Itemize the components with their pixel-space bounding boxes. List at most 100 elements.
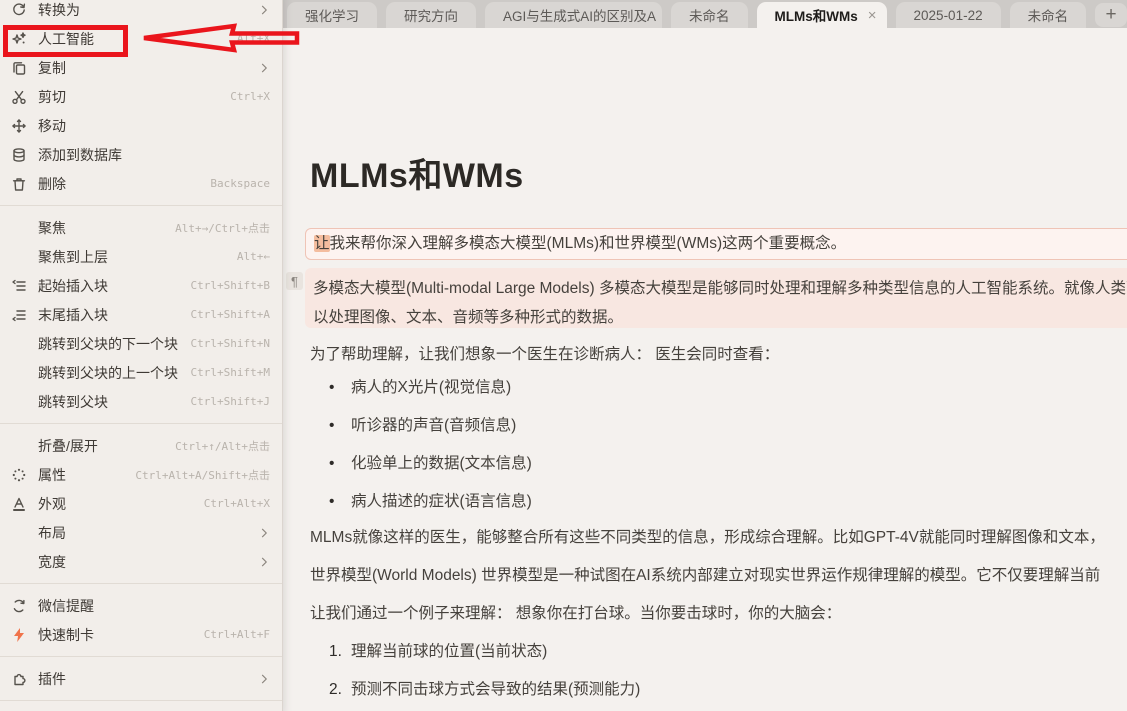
no-icon <box>10 336 28 352</box>
menu-item-insert-block-start[interactable]: 起始插入块 Ctrl+Shift+B <box>0 271 282 300</box>
list-item[interactable]: •病人描述的症状(语言信息) <box>329 489 532 511</box>
menu-item-label: 跳转到父块的上一个块 <box>38 363 191 383</box>
menu-item-layout[interactable]: 布局 <box>0 518 282 547</box>
menu-item-label: 移动 <box>38 116 270 136</box>
tab-label: 强化学习 <box>305 5 359 25</box>
chevron-right-icon <box>256 4 270 16</box>
chevron-right-icon <box>256 62 270 74</box>
menu-shortcut: Alt+→/Ctrl+点击 <box>175 220 270 236</box>
bullet-icon: • <box>329 455 351 473</box>
highlighted-paragraph-block[interactable]: 多模态大模型(Multi-modal Large Models) 多模态大模型是… <box>305 268 1127 328</box>
close-icon[interactable]: × <box>868 7 877 24</box>
menu-item-appearance[interactable]: 外观 Ctrl+Alt+X <box>0 489 282 518</box>
no-icon <box>10 525 28 541</box>
menu-item-jump-prev-sibling[interactable]: 跳转到父块的上一个块 Ctrl+Shift+M <box>0 358 282 387</box>
menu-divider <box>0 656 282 657</box>
tab-label: 未命名 <box>1028 5 1069 25</box>
paragraph-line: 以处理图像、文本、音频等多种形式的数据。 <box>313 303 1127 332</box>
menu-item-delete[interactable]: 删除 Backspace <box>0 169 282 198</box>
paragraph[interactable]: 世界模型(World Models) 世界模型是一种试图在AI系统内部建立对现实… <box>310 563 1100 585</box>
menu-item-plugins[interactable]: 插件 <box>0 664 282 693</box>
list-item[interactable]: •病人的X光片(视觉信息) <box>329 375 511 397</box>
menu-item-label: 末尾插入块 <box>38 305 191 325</box>
no-icon <box>10 220 28 236</box>
tab-label: 研究方向 <box>404 5 458 25</box>
menu-item-label: 属性 <box>38 465 135 485</box>
list-item-text: 病人描述的症状(语言信息) <box>351 493 532 510</box>
appearance-icon <box>10 496 28 512</box>
insert-block-end-icon <box>10 307 28 323</box>
paragraph-line: 多模态大模型(Multi-modal Large Models) 多模态大模型是… <box>313 274 1127 303</box>
list-item[interactable]: •化验单上的数据(文本信息) <box>329 451 532 473</box>
paragraph[interactable]: MLMs就像这样的医生，能够整合所有这些不同类型的信息，形成综合理解。比如GPT… <box>310 525 1105 547</box>
menu-shortcut: Ctrl+Alt+F <box>204 628 270 641</box>
tab-untitled-2[interactable]: 未命名 <box>1010 2 1087 28</box>
menu-item-artificial-intelligence[interactable]: 人工智能 Alt+X <box>0 24 282 53</box>
numbered-list-item[interactable]: 1.理解当前球的位置(当前状态) <box>329 639 547 661</box>
new-tab-button[interactable]: + <box>1095 3 1127 27</box>
menu-item-quick-flashcard[interactable]: 快速制卡 Ctrl+Alt+F <box>0 620 282 649</box>
menu-item-jump-parent[interactable]: 跳转到父块 Ctrl+Shift+J <box>0 387 282 416</box>
menu-item-convert-to[interactable]: 转换为 <box>0 0 282 24</box>
menu-item-cut[interactable]: 剪切 Ctrl+X <box>0 82 282 111</box>
bullet-icon: • <box>329 417 351 435</box>
no-icon <box>10 394 28 410</box>
menu-item-focus-parent[interactable]: 聚焦到上层 Alt+← <box>0 242 282 271</box>
tab-mlms-and-wms[interactable]: MLMs和WMs × <box>757 2 887 28</box>
tab-untitled-1[interactable]: 未命名 <box>671 2 748 28</box>
menu-shortcut: Ctrl+Shift+N <box>191 337 270 350</box>
menu-item-label: 快速制卡 <box>38 625 204 645</box>
scissors-icon <box>10 89 28 105</box>
menu-shortcut: Ctrl+X <box>230 90 270 103</box>
list-item-text: 理解当前球的位置(当前状态) <box>351 643 547 660</box>
paragraph[interactable]: 让我们通过一个例子来理解： 想象你在打台球。当你要击球时，你的大脑会： <box>310 601 841 623</box>
list-item-text: 听诊器的声音(音频信息) <box>351 417 516 434</box>
page-title[interactable]: MLMs和WMs <box>310 148 524 197</box>
paragraph-gutter-icon[interactable]: ¶ <box>286 272 303 290</box>
menu-item-attributes[interactable]: 属性 Ctrl+Alt+A/Shift+点击 <box>0 460 282 489</box>
menu-item-jump-next-sibling[interactable]: 跳转到父块的下一个块 Ctrl+Shift+N <box>0 329 282 358</box>
list-number: 2. <box>329 681 351 699</box>
menu-item-copy[interactable]: 复制 <box>0 53 282 82</box>
lightning-icon <box>10 627 28 643</box>
numbered-list-item[interactable]: 2.预测不同击球方式会导致的结果(预测能力) <box>329 677 640 699</box>
menu-shortcut: Ctrl+Shift+M <box>191 366 270 379</box>
attributes-icon <box>10 467 28 483</box>
menu-shortcut: Ctrl+Shift+B <box>191 279 270 292</box>
menu-shortcut: Backspace <box>210 177 270 190</box>
menu-item-label: 删除 <box>38 174 210 194</box>
chevron-right-icon <box>256 673 270 685</box>
wechat-reminder-icon <box>10 598 28 614</box>
menu-item-insert-block-end[interactable]: 末尾插入块 Ctrl+Shift+A <box>0 300 282 329</box>
menu-item-label: 剪切 <box>38 87 230 107</box>
menu-item-wechat-reminder[interactable]: 微信提醒 <box>0 591 282 620</box>
focused-paragraph-block[interactable]: 让我来帮你深入理解多模态大模型(MLMs)和世界模型(WMs)这两个重要概念。 <box>305 228 1127 260</box>
list-item-text: 化验单上的数据(文本信息) <box>351 455 532 472</box>
list-item[interactable]: •听诊器的声音(音频信息) <box>329 413 516 435</box>
tab-reinforcement-learning[interactable]: 强化学习 <box>287 2 377 28</box>
bullet-icon: • <box>329 379 351 397</box>
tab-research-direction[interactable]: 研究方向 <box>386 2 476 28</box>
paragraph-text: 我来帮你深入理解多模态大模型(MLMs)和世界模型(WMs)这两个重要概念。 <box>330 235 847 252</box>
database-icon <box>10 147 28 163</box>
menu-item-focus[interactable]: 聚焦 Alt+→/Ctrl+点击 <box>0 213 282 242</box>
tab-2025-01-22[interactable]: 2025-01-22 <box>896 2 1001 28</box>
menu-item-width[interactable]: 宽度 <box>0 547 282 576</box>
menu-item-add-to-database[interactable]: 添加到数据库 <box>0 140 282 169</box>
menu-item-fold-unfold[interactable]: 折叠/展开 Ctrl+↑/Alt+点击 <box>0 431 282 460</box>
menu-item-label: 微信提醒 <box>38 596 270 616</box>
menu-item-label: 布局 <box>38 523 256 543</box>
trash-icon <box>10 176 28 192</box>
list-item-text: 病人的X光片(视觉信息) <box>351 379 511 396</box>
move-icon <box>10 118 28 134</box>
document-editor[interactable]: MLMs和WMs ¶ 让我来帮你深入理解多模态大模型(MLMs)和世界模型(WM… <box>283 28 1127 711</box>
menu-shortcut: Ctrl+Alt+A/Shift+点击 <box>135 467 270 483</box>
menu-shortcut: Ctrl+Shift+J <box>191 395 270 408</box>
paragraph[interactable]: 为了帮助理解，让我们想象一个医生在诊断病人： 医生会同时查看： <box>310 342 779 364</box>
menu-item-label: 复制 <box>38 58 256 78</box>
list-item-text: 预测不同击球方式会导致的结果(预测能力) <box>351 681 640 698</box>
menu-item-move[interactable]: 移动 <box>0 111 282 140</box>
chevron-right-icon <box>256 527 270 539</box>
plus-icon: + <box>1105 4 1116 26</box>
tab-agi-vs-genai[interactable]: AGI与生成式AI的区别及A <box>485 2 662 28</box>
